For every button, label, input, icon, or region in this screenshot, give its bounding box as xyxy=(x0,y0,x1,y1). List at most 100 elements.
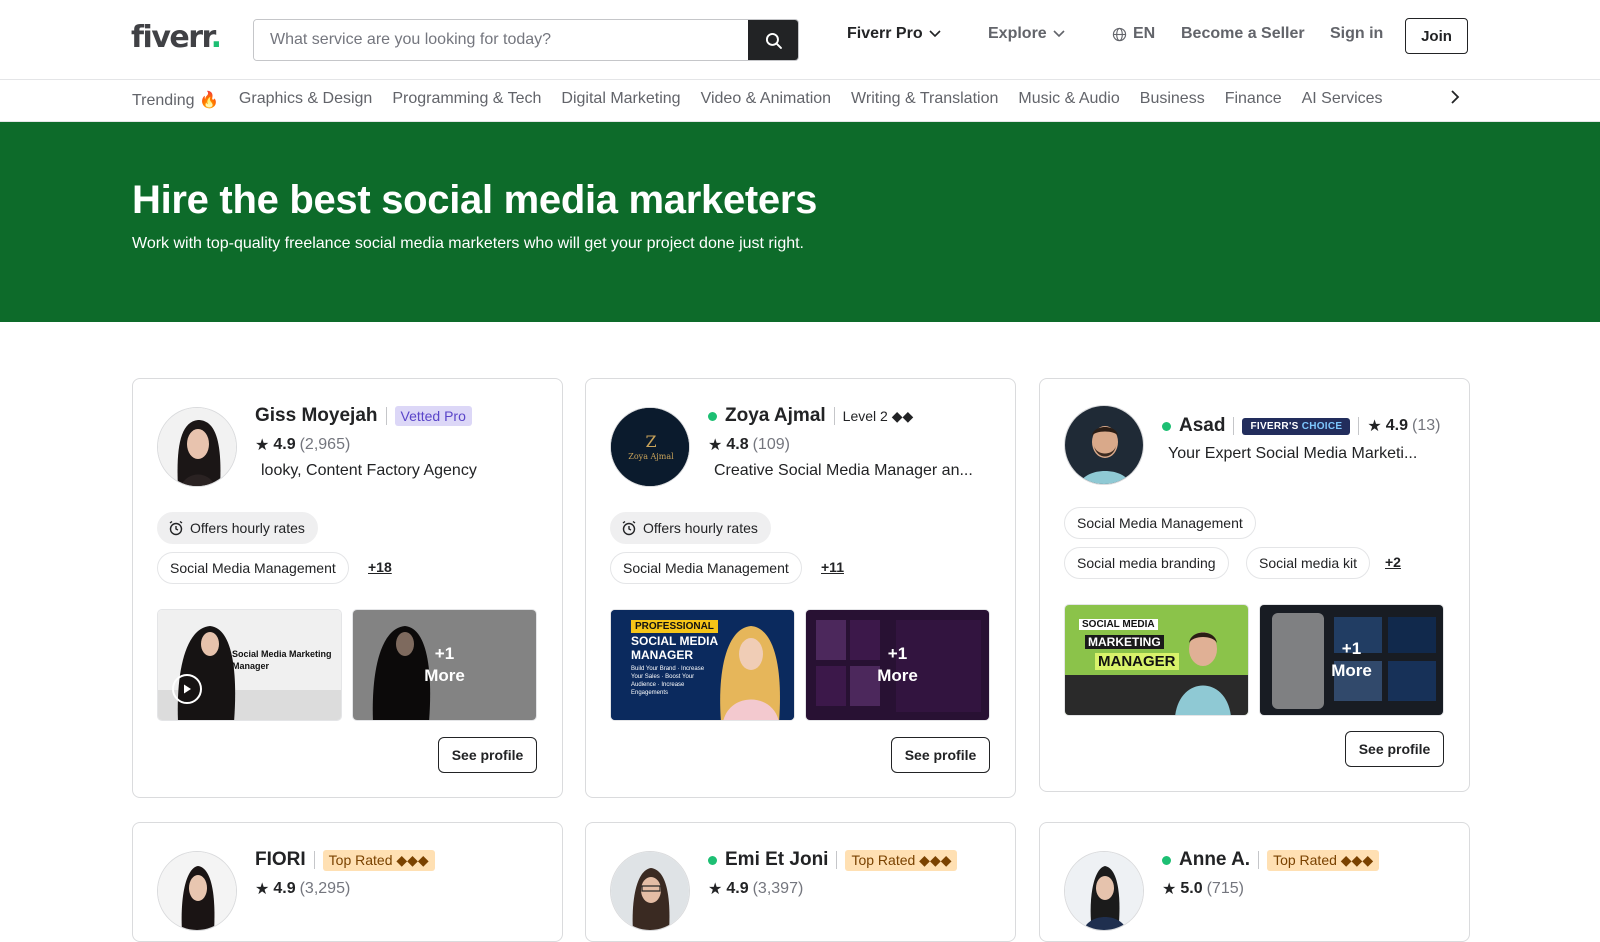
seller-name[interactable]: Emi Et Joni xyxy=(725,849,828,871)
rating-value: 4.9 xyxy=(273,880,296,897)
portfolio-more-thumbnail[interactable]: +1 More xyxy=(1259,604,1444,716)
category-programming-tech[interactable]: Programming & Tech xyxy=(392,90,541,110)
more-overlay: +1 More xyxy=(1260,605,1443,715)
badge-text: FIVERR'S xyxy=(1250,420,1299,432)
seller-tagline: looky, Content Factory Agency xyxy=(261,462,477,479)
rating-value: 5.0 xyxy=(1180,880,1203,897)
hourly-rates-chip: Offers hourly rates xyxy=(610,512,771,544)
portfolio-more-thumbnail[interactable]: +1 More xyxy=(352,609,537,721)
search-input[interactable] xyxy=(254,20,750,60)
category-digital-marketing[interactable]: Digital Marketing xyxy=(561,90,680,110)
category-trending[interactable]: Trending 🔥 xyxy=(132,90,219,110)
thumbnail-heading: SOCIAL MEDIA MANAGER xyxy=(631,634,718,662)
category-video-animation[interactable]: Video & Animation xyxy=(701,90,831,110)
portfolio-thumbnail[interactable]: PROFESSIONAL SOCIAL MEDIA MANAGER Build … xyxy=(610,609,795,721)
language-label: EN xyxy=(1133,25,1156,42)
divider xyxy=(1258,851,1260,869)
see-profile-button[interactable]: See profile xyxy=(1345,731,1444,767)
rating-value: 4.9 xyxy=(1385,417,1408,434)
portfolio-thumbnail[interactable]: SOCIAL MEDIA MARKETING MANAGER xyxy=(1064,604,1249,716)
category-graphics-design[interactable]: Graphics & Design xyxy=(239,90,372,110)
play-icon[interactable] xyxy=(172,674,202,704)
star-icon: ★ xyxy=(1367,418,1382,435)
thumbnail-caption: Social Media Marketing Manager xyxy=(232,649,332,671)
seller-name-row: Emi Et Joni Top Rated ◆◆◆ xyxy=(708,849,958,871)
avatar[interactable] xyxy=(610,851,690,931)
more-overlay: +1 More xyxy=(353,610,536,720)
fiverr-pro-label: Fiverr Pro xyxy=(847,25,923,42)
rating: ★ 5.0 (715) xyxy=(1162,879,1244,899)
more-overlay: +1 More xyxy=(806,610,989,720)
star-icon: ★ xyxy=(708,881,723,898)
seller-name[interactable]: Zoya Ajmal xyxy=(725,405,826,427)
language-selector[interactable]: EN xyxy=(1112,25,1155,43)
hourly-rates-label: Offers hourly rates xyxy=(643,520,758,536)
thumbnail-subheading: MARKETING xyxy=(1085,635,1164,649)
category-business[interactable]: Business xyxy=(1140,90,1205,110)
chevron-down-icon xyxy=(929,30,941,38)
skill-chip[interactable]: Social Media Management xyxy=(157,552,349,584)
seller-name[interactable]: FIORI xyxy=(255,849,306,871)
more-count: +1 xyxy=(434,644,455,663)
hero-banner: Hire the best social media marketers Wor… xyxy=(0,122,1600,322)
category-music-audio[interactable]: Music & Audio xyxy=(1018,90,1119,110)
see-profile-button[interactable]: See profile xyxy=(891,737,990,773)
star-icon: ★ xyxy=(255,437,270,454)
seller-card: Asad FIVERR'S CHOICE ★ 4.9 (13) Your Exp… xyxy=(1039,378,1470,792)
category-writing-translation[interactable]: Writing & Translation xyxy=(851,90,998,110)
seller-name-row: Asad FIVERR'S CHOICE ★ 4.9 (13) xyxy=(1162,415,1440,437)
sign-in-link[interactable]: Sign in xyxy=(1330,25,1383,43)
more-label: More xyxy=(877,666,918,685)
portfolio-thumbnail[interactable]: Social Media Marketing Manager xyxy=(157,609,342,721)
rating-value: 4.8 xyxy=(726,436,749,453)
more-skills-link[interactable]: +2 xyxy=(1385,554,1401,570)
hourly-rates-label: Offers hourly rates xyxy=(190,520,305,536)
portfolio-more-thumbnail[interactable]: +1 More xyxy=(805,609,990,721)
rating-value: 4.9 xyxy=(726,880,749,897)
divider xyxy=(833,407,835,425)
divider xyxy=(1233,417,1235,435)
seller-name-row: Giss Moyejah Vetted Pro xyxy=(255,405,472,427)
category-finance[interactable]: Finance xyxy=(1225,90,1282,110)
join-button[interactable]: Join xyxy=(1405,18,1468,54)
see-profile-button[interactable]: See profile xyxy=(438,737,537,773)
skill-chip[interactable]: Social media kit xyxy=(1246,547,1371,579)
skill-chip[interactable]: Social media branding xyxy=(1064,547,1229,579)
seller-tagline: Your Expert Social Media Marketi... xyxy=(1168,445,1418,462)
online-status-dot xyxy=(708,855,717,865)
thumbnail-caption: PROFESSIONAL xyxy=(631,620,718,633)
become-seller-link[interactable]: Become a Seller xyxy=(1181,25,1305,43)
category-scroll-right[interactable] xyxy=(1440,89,1480,110)
seller-name[interactable]: Anne A. xyxy=(1179,849,1250,871)
fiverr-logo[interactable]: fiverr. xyxy=(131,20,222,55)
chevron-down-icon xyxy=(1053,30,1065,38)
top-rated-badge: Top Rated ◆◆◆ xyxy=(845,849,958,871)
badge-text-accent: CHOICE xyxy=(1301,420,1343,432)
divider xyxy=(1358,417,1360,435)
divider xyxy=(385,407,387,425)
avatar[interactable] xyxy=(157,407,237,487)
rating: ★ 4.8 (109) xyxy=(708,435,790,455)
seller-name-row: Zoya Ajmal Level 2 ◆◆ xyxy=(708,405,913,427)
clock-icon xyxy=(622,520,636,536)
more-skills-link[interactable]: +18 xyxy=(368,559,392,575)
top-rated-badge: Top Rated ◆◆◆ xyxy=(322,849,435,871)
skill-chip[interactable]: Social Media Management xyxy=(610,552,802,584)
seller-name[interactable]: Giss Moyejah xyxy=(255,405,378,427)
avatar[interactable] xyxy=(1064,405,1144,485)
skill-chip[interactable]: Social Media Management xyxy=(1064,507,1256,539)
avatar-caption: Zoya Ajmal xyxy=(628,452,674,461)
more-skills-link[interactable]: +11 xyxy=(821,559,844,575)
avatar[interactable] xyxy=(1064,851,1144,931)
explore-menu[interactable]: Explore xyxy=(988,25,1065,43)
avatar[interactable]: Z Zoya Ajmal xyxy=(610,407,690,487)
seller-name[interactable]: Asad xyxy=(1179,415,1225,437)
globe-icon xyxy=(1112,27,1127,41)
review-count: (715) xyxy=(1206,880,1244,897)
avatar[interactable] xyxy=(157,851,237,931)
fiverr-pro-menu[interactable]: Fiverr Pro xyxy=(847,25,941,43)
seller-card: Anne A. Top Rated ◆◆◆ ★ 5.0 (715) xyxy=(1039,822,1470,942)
category-ai-services[interactable]: AI Services xyxy=(1302,90,1383,110)
search-button[interactable] xyxy=(748,20,798,60)
rating: ★ 4.9 (3,397) xyxy=(708,879,803,899)
